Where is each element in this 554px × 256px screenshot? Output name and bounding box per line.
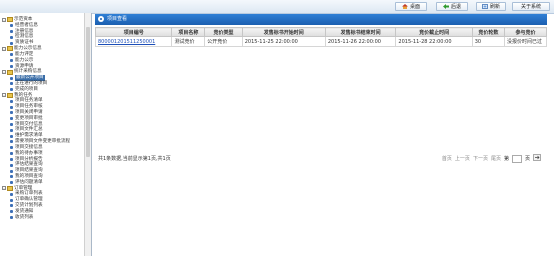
page-icon xyxy=(10,169,13,173)
back-arrow-icon xyxy=(442,4,449,9)
page-icon xyxy=(10,123,13,127)
expand-toggle-icon[interactable]: - xyxy=(2,17,6,22)
page-icon xyxy=(10,59,13,63)
page-icon xyxy=(10,204,13,208)
page-icon xyxy=(10,140,13,144)
page-icon xyxy=(10,181,13,185)
col-header-sale-end[interactable]: 发售标书结束时间 xyxy=(324,27,397,37)
page-icon xyxy=(10,88,13,92)
about-button[interactable]: 关于系统 xyxy=(512,2,550,11)
folder-icon xyxy=(7,46,13,52)
page-icon xyxy=(10,192,13,196)
table-cell: 没报价时间已过 xyxy=(504,36,547,47)
go-icon[interactable] xyxy=(533,154,541,163)
page-icon xyxy=(10,134,13,138)
jump-suffix: 页 xyxy=(524,156,530,162)
back-label: 后退 xyxy=(450,4,461,10)
nav-tree: - 示范资本 经营者信息 注册信息 检测信息 资质证书 - 能力公示信息 能力评定 能力公示 资源申… xyxy=(2,17,84,220)
page-icon xyxy=(10,76,13,80)
expand-toggle-icon[interactable]: - xyxy=(2,93,6,98)
next-page-link[interactable]: 下一页 xyxy=(473,155,488,162)
page-icon xyxy=(10,198,13,202)
pagination-info: 共1条数据,当前显示第1页,共1页 xyxy=(98,156,171,162)
table-cell: 2015-11-26 22:00:00 xyxy=(324,36,397,47)
project-number-link[interactable]: 800001201511250001 xyxy=(94,36,173,47)
prev-page-link[interactable]: 上一页 xyxy=(455,155,470,162)
refresh-icon xyxy=(482,4,488,9)
page-icon xyxy=(10,146,13,150)
folder-icon xyxy=(7,92,13,98)
page-icon xyxy=(10,117,13,121)
table-row: 800001201511250001 测试竞价 公开竞价 2015-11-25 … xyxy=(94,36,547,47)
page-icon xyxy=(10,175,13,179)
top-toolbar: 桌面 后退 刷新 关于系统 xyxy=(0,0,554,14)
col-header-participate[interactable]: 参与竞价 xyxy=(504,27,547,37)
page-icon xyxy=(10,82,13,86)
page-icon xyxy=(10,35,13,39)
page-icon xyxy=(10,24,13,28)
table-cell: 2015-11-28 22:00:00 xyxy=(395,36,473,47)
page-icon xyxy=(10,64,13,68)
sidebar-item[interactable]: 收货列表 xyxy=(2,215,84,221)
back-button[interactable]: 后退 xyxy=(436,2,468,11)
sidebar-item-label: 收货列表 xyxy=(15,214,34,220)
table-cell: 测试竞价 xyxy=(171,36,206,47)
home-icon xyxy=(401,4,408,9)
home-label: 桌面 xyxy=(409,4,420,10)
sidebar: - 示范资本 经营者信息 注册信息 检测信息 资质证书 - 能力公示信息 能力评定 能力公示 资源申… xyxy=(0,13,92,256)
last-page-link[interactable]: 尾页 xyxy=(491,155,501,162)
table-cell: 公开竞价 xyxy=(204,36,243,47)
page-number-input[interactable] xyxy=(511,154,522,163)
col-header-sale-start[interactable]: 发售标书开始时间 xyxy=(241,27,326,37)
panel-title: 项目查看 xyxy=(107,16,128,22)
refresh-label: 刷新 xyxy=(489,4,500,10)
scrollbar-thumb[interactable] xyxy=(86,27,90,157)
folder-icon xyxy=(7,69,13,75)
page-icon xyxy=(10,105,13,109)
page-icon xyxy=(10,111,13,115)
page-icon xyxy=(10,152,13,156)
jump-prefix: 第 xyxy=(503,156,509,162)
col-header-bid-type[interactable]: 竞价类型 xyxy=(204,27,243,37)
first-page-link[interactable]: 首页 xyxy=(442,155,452,162)
expand-toggle-icon[interactable]: - xyxy=(2,186,6,191)
page-icon xyxy=(10,99,13,103)
col-header-project-no[interactable]: 项目编号 xyxy=(94,27,173,37)
col-header-project-name[interactable]: 项目名称 xyxy=(171,27,206,37)
page-icon xyxy=(10,53,13,57)
page-icon xyxy=(10,163,13,167)
table-cell: 2015-11-25 22:00:00 xyxy=(241,36,326,47)
project-table: 项目编号 项目名称 竞价类型 发售标书开始时间 发售标书结束时间 竞价截止时间 … xyxy=(94,27,547,47)
page-icon xyxy=(10,157,13,161)
page-icon xyxy=(10,216,13,220)
expand-toggle-icon[interactable]: - xyxy=(2,46,6,51)
pagination: 首页 上一页 下一页 尾页 第 页 xyxy=(442,154,541,163)
panel-header: 项目查看 xyxy=(95,14,547,25)
table-cell: 30 xyxy=(471,36,506,47)
expand-toggle-icon[interactable]: - xyxy=(2,70,6,75)
refresh-button[interactable]: 刷新 xyxy=(476,2,506,11)
page-icon xyxy=(10,128,13,132)
page-icon xyxy=(10,210,13,214)
home-button[interactable]: 桌面 xyxy=(395,2,427,11)
page-icon xyxy=(10,41,13,45)
about-label: 关于系统 xyxy=(520,4,541,10)
panel-header-icon xyxy=(98,16,104,22)
sidebar-scrollbar[interactable] xyxy=(84,13,91,256)
main-content: 项目查看 项目编号 项目名称 竞价类型 发售标书开始时间 发售标书结束时间 竞价… xyxy=(94,14,547,252)
folder-icon xyxy=(7,17,13,23)
folder-icon xyxy=(7,185,13,191)
col-header-bid-deadline[interactable]: 竞价截止时间 xyxy=(395,27,473,37)
col-header-bid-rounds[interactable]: 竞价轮数 xyxy=(471,27,506,37)
page-icon xyxy=(10,30,13,34)
